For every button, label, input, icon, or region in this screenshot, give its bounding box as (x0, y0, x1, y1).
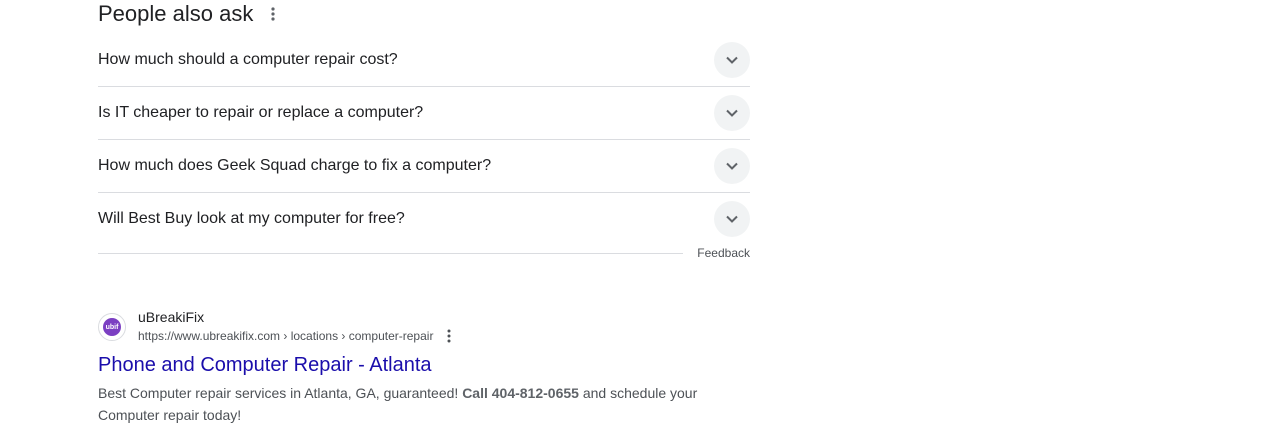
paa-question[interactable]: How much should a computer repair cost? (98, 34, 750, 87)
snippet-text: Best Computer repair services in Atlanta… (98, 385, 463, 401)
paa-title: People also ask (98, 1, 254, 26)
site-favicon[interactable]: ubif (98, 313, 126, 341)
more-vert-icon[interactable] (439, 326, 459, 346)
chevron-down-icon[interactable] (714, 42, 750, 78)
divider (98, 252, 684, 254)
chevron-down-icon[interactable] (714, 95, 750, 131)
snippet-phone: Call 404-812-0655 (462, 385, 579, 401)
paa-question[interactable]: Is IT cheaper to repair or replace a com… (98, 87, 750, 140)
chevron-down-icon[interactable] (714, 148, 750, 184)
paa-question-text: Is IT cheaper to repair or replace a com… (98, 104, 424, 121)
paa-question-text: Will Best Buy look at my computer for fr… (98, 210, 405, 227)
favicon-logo: ubif (103, 318, 121, 336)
site-name[interactable]: uBreakiFix (138, 308, 459, 326)
paa-header: People also ask (98, 0, 750, 28)
paa-question[interactable]: How much does Geek Squad charge to fix a… (98, 140, 750, 193)
paa-question[interactable]: Will Best Buy look at my computer for fr… (98, 193, 750, 245)
paa-question-list: How much should a computer repair cost? … (98, 34, 750, 245)
feedback-row: Feedback (98, 245, 750, 261)
result-title-link[interactable]: Phone and Computer Repair - Atlanta (98, 352, 432, 378)
chevron-down-icon[interactable] (714, 201, 750, 237)
search-result: ubif uBreakiFix https://www.ubreakifix.c… (98, 308, 718, 426)
source-text: uBreakiFix https://www.ubreakifix.com › … (138, 308, 459, 346)
people-also-ask: People also ask How much should a comput… (98, 0, 750, 261)
result-source: ubif uBreakiFix https://www.ubreakifix.c… (98, 308, 718, 346)
paa-question-text: How much should a computer repair cost? (98, 51, 398, 68)
feedback-link[interactable]: Feedback (697, 246, 750, 260)
more-vert-icon[interactable] (261, 2, 285, 26)
result-snippet: Best Computer repair services in Atlanta… (98, 382, 718, 426)
url-row: https://www.ubreakifix.com › locations ›… (138, 326, 459, 346)
paa-question-text: How much does Geek Squad charge to fix a… (98, 157, 492, 174)
result-url[interactable]: https://www.ubreakifix.com › locations ›… (138, 326, 433, 346)
